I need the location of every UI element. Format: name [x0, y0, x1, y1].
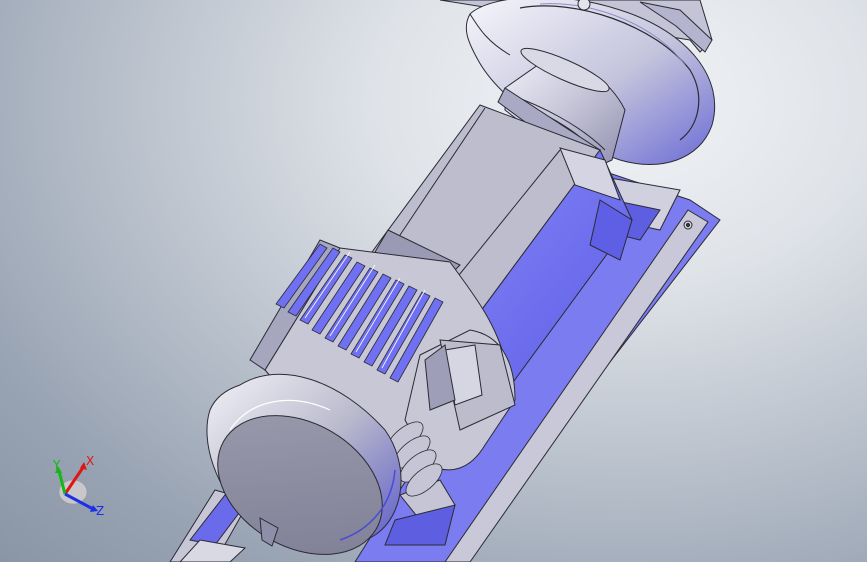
pump-motor-assembly-model[interactable]: [0, 0, 867, 562]
triad-y-label: Y: [52, 458, 61, 472]
triad-z-label: Z: [96, 504, 104, 518]
orientation-triad[interactable]: X Y Z: [40, 454, 110, 524]
triad-x-label: X: [86, 454, 94, 468]
graphics-viewport[interactable]: X Y Z: [0, 0, 867, 562]
